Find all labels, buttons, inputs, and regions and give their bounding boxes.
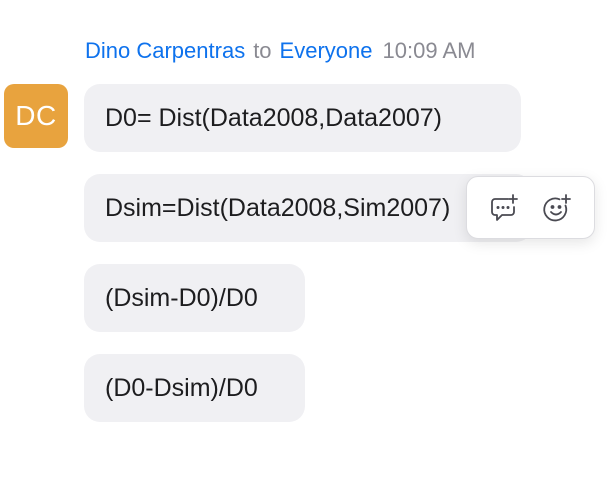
avatar[interactable]: DC <box>4 84 68 148</box>
add-reaction-icon <box>543 193 572 221</box>
message-bubble[interactable]: (D0-Dsim)/D0 <box>84 354 305 422</box>
message-hover-actions <box>466 176 595 239</box>
message-bubble[interactable]: (Dsim-D0)/D0 <box>84 264 305 332</box>
to-label: to <box>253 38 272 63</box>
sender-name[interactable]: Dino Carpentras <box>85 38 245 64</box>
recipient-name[interactable]: Everyone <box>280 38 373 64</box>
add-reaction-button[interactable] <box>537 188 577 228</box>
chat-panel: Dino Carpentras to Everyone 10:09 AM DC … <box>0 0 608 478</box>
message-bubble[interactable]: D0= Dist(Data2008,Data2007) <box>84 84 521 152</box>
message-timestamp: 10:09 AM <box>382 38 476 63</box>
message-text: (D0-Dsim)/D0 <box>105 373 258 402</box>
avatar-initials: DC <box>15 100 57 131</box>
message-text: Dsim=Dist(Data2008,Sim2007) <box>105 193 451 222</box>
message-header: Dino Carpentras to Everyone 10:09 AM <box>85 36 475 66</box>
reply-in-thread-button[interactable] <box>484 188 524 228</box>
message-bubble[interactable]: Dsim=Dist(Data2008,Sim2007) <box>84 174 532 242</box>
message-text: (Dsim-D0)/D0 <box>105 283 258 312</box>
reply-in-thread-icon <box>490 193 518 221</box>
message-text: D0= Dist(Data2008,Data2007) <box>105 103 442 132</box>
